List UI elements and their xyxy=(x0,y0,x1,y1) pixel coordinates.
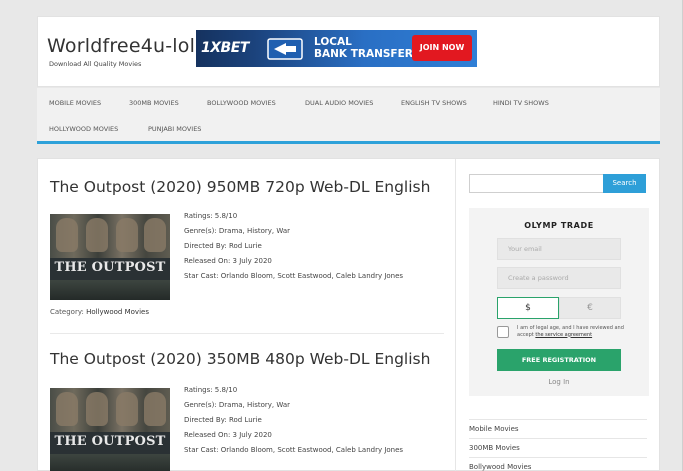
content-area: The Outpost (2020) 950MB 720p Web-DL Eng… xyxy=(37,158,660,471)
poster-face xyxy=(116,392,138,426)
post-cast: Star Cast: Orlando Bloom, Scott Eastwood… xyxy=(184,446,404,454)
poster-face xyxy=(144,392,166,426)
poster-face xyxy=(56,218,78,252)
currency-eur-option[interactable]: € xyxy=(559,297,621,319)
nav-item-hollywood-movies[interactable]: HOLLYWOOD MOVIES xyxy=(49,125,118,133)
poster-face xyxy=(86,392,108,426)
free-registration-button[interactable]: FREE REGISTRATION xyxy=(497,349,621,371)
login-link[interactable]: Log In xyxy=(469,378,649,386)
agree-checkbox[interactable] xyxy=(497,326,509,338)
banner-brand: 1XBET xyxy=(201,40,249,56)
sidebar-link-mobile-movies[interactable]: Mobile Movies xyxy=(469,419,647,438)
poster-ground xyxy=(50,280,170,300)
post: The Outpost (2020) 950MB 720p Web-DL Eng… xyxy=(50,178,444,334)
search-input[interactable] xyxy=(469,174,604,193)
poster-face xyxy=(116,218,138,252)
post-meta: Ratings: 5.8/10 Genre(s): Drama, History… xyxy=(184,383,403,458)
sidebar-link-300mb-movies[interactable]: 300MB Movies xyxy=(469,438,647,457)
password-field[interactable]: Create a password xyxy=(497,267,621,289)
post: The Outpost (2020) 350MB 480p Web-DL Eng… xyxy=(50,350,444,471)
nav-item-300mb-movies[interactable]: 300MB MOVIES xyxy=(129,99,179,107)
post-released: Released On: 3 July 2020 xyxy=(184,257,272,265)
post-title[interactable]: The Outpost (2020) 950MB 720p Web-DL Eng… xyxy=(50,178,444,196)
service-agreement-link[interactable]: the service agreement xyxy=(535,332,592,338)
category-link[interactable]: Hollywood Movies xyxy=(86,308,149,316)
movie-poster[interactable]: THE OUTPOST xyxy=(50,214,170,300)
poster-face xyxy=(86,218,108,252)
main-column: The Outpost (2020) 950MB 720p Web-DL Eng… xyxy=(38,159,456,471)
category-label: Category: xyxy=(50,308,84,316)
post-meta: Ratings: 5.8/10 Genre(s): Drama, History… xyxy=(184,209,403,284)
poster-faces xyxy=(50,388,170,432)
post-category: Category: Hollywood Movies xyxy=(50,308,149,316)
post-title[interactable]: The Outpost (2020) 350MB 480p Web-DL Eng… xyxy=(50,350,444,368)
post-cast: Star Cast: Orlando Bloom, Scott Eastwood… xyxy=(184,272,404,280)
site-header: Worldfree4u-lol Download All Quality Mov… xyxy=(37,16,660,87)
email-field[interactable]: Your email xyxy=(497,238,621,260)
currency-usd-option[interactable]: $ xyxy=(497,297,559,319)
main-nav: MOBILE MOVIES 300MB MOVIES BOLLYWOOD MOV… xyxy=(37,88,660,144)
movie-poster[interactable]: THE OUTPOST xyxy=(50,388,170,471)
olymp-trade-logo: OLYMP TRADE xyxy=(524,221,594,230)
nav-item-dual-audio-movies[interactable]: DUAL AUDIO MOVIES xyxy=(305,99,373,107)
poster-faces xyxy=(50,214,170,258)
post-divider xyxy=(50,333,444,334)
nav-item-bollywood-movies[interactable]: BOLLYWOOD MOVIES xyxy=(207,99,276,107)
nav-item-hindi-tv-shows[interactable]: HINDI TV SHOWS xyxy=(493,99,549,107)
site-tagline: Download All Quality Movies xyxy=(49,60,142,68)
olymp-trade-ad: OLYMP TRADE Your email Create a password… xyxy=(469,208,649,396)
sidebar: Search OLYMP TRADE Your email Create a p… xyxy=(457,159,661,471)
banner-line-1: LOCAL xyxy=(314,36,352,48)
sidebar-link-bollywood-movies[interactable]: Bollywood Movies xyxy=(469,457,647,471)
ad-banner[interactable]: 1XBET LOCAL BANK TRANSFER JOIN NOW xyxy=(196,30,477,67)
poster-face xyxy=(56,392,78,426)
page: Worldfree4u-lol Download All Quality Mov… xyxy=(0,0,683,471)
banner-text: LOCAL BANK TRANSFER xyxy=(314,36,413,60)
post-director: Directed By: Rod Lurie xyxy=(184,242,262,250)
post-ratings: Ratings: 5.8/10 xyxy=(184,212,238,220)
search-button[interactable]: Search xyxy=(603,174,646,193)
nav-item-mobile-movies[interactable]: MOBILE MOVIES xyxy=(49,99,101,107)
poster-title: THE OUTPOST xyxy=(54,434,166,449)
post-genres: Genre(s): Drama, History, War xyxy=(184,227,291,235)
join-now-button[interactable]: JOIN NOW xyxy=(412,35,472,61)
banner-line-2: BANK TRANSFER xyxy=(314,48,413,60)
post-ratings: Ratings: 5.8/10 xyxy=(184,386,238,394)
bank-transfer-icon xyxy=(267,38,303,60)
post-genres: Genre(s): Drama, History, War xyxy=(184,401,291,409)
nav-item-punjabi-movies[interactable]: PUNJABI MOVIES xyxy=(148,125,201,133)
poster-face xyxy=(144,218,166,252)
poster-title: THE OUTPOST xyxy=(54,260,166,275)
nav-item-english-tv-shows[interactable]: ENGLISH TV SHOWS xyxy=(401,99,467,107)
poster-ground xyxy=(50,454,170,471)
site-title[interactable]: Worldfree4u-lol xyxy=(47,35,195,57)
post-released: Released On: 3 July 2020 xyxy=(184,431,272,439)
agree-text: I am of legal age, and I have reviewed a… xyxy=(517,325,627,338)
post-director: Directed By: Rod Lurie xyxy=(184,416,262,424)
